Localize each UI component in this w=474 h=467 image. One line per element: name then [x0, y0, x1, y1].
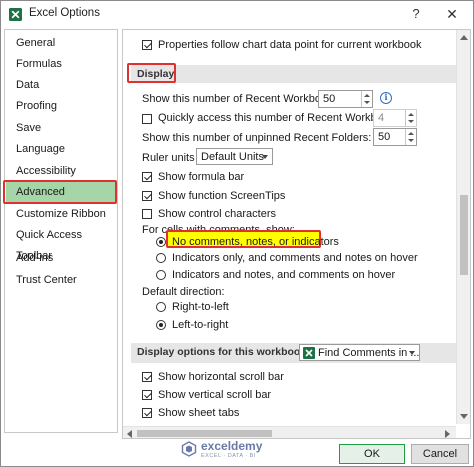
- properties-follow-chart-label: Properties follow chart data point for c…: [158, 39, 422, 51]
- indicators-and-notes-radio[interactable]: [156, 270, 166, 280]
- scroll-down-icon[interactable]: [460, 414, 468, 419]
- workbook-select-dropdown[interactable]: Find Comments in ...: [299, 344, 420, 361]
- sidebar-item-customize-ribbon[interactable]: Customize Ribbon: [6, 204, 116, 225]
- advanced-options-panel: Properties follow chart data point for c…: [122, 29, 471, 439]
- chevron-down-icon: [409, 351, 415, 355]
- title-bar: Excel Options ? ✕: [1, 1, 473, 27]
- show-vertical-scroll-bar-checkbox[interactable]: [142, 390, 152, 400]
- vertical-scroll-thumb[interactable]: [460, 195, 468, 275]
- recent-folders-label: Show this number of unpinned Recent Fold…: [142, 132, 372, 144]
- watermark-name: exceldemy: [201, 439, 263, 453]
- recent-folders-spinner[interactable]: 50: [373, 128, 417, 146]
- right-to-left-radio[interactable]: [156, 302, 166, 312]
- no-comments-radio[interactable]: [156, 237, 166, 247]
- indicators-and-notes-label: Indicators and notes, and comments on ho…: [172, 269, 396, 281]
- recent-workbooks-label: Show this number of Recent Workbooks:: [142, 93, 342, 105]
- left-to-right-label: Left-to-right: [172, 319, 229, 331]
- cancel-button[interactable]: Cancel: [411, 444, 469, 464]
- sidebar-item-trust-center[interactable]: Trust Center: [6, 270, 116, 291]
- excel-options-dialog: Excel Options ? ✕ General Formulas Data …: [0, 0, 474, 467]
- exceldemy-logo-icon: [181, 441, 197, 457]
- sidebar-item-add-ins[interactable]: Add-ins: [6, 248, 116, 269]
- chevron-down-icon: [262, 155, 268, 159]
- scroll-up-icon[interactable]: [460, 35, 468, 40]
- properties-follow-chart-checkbox[interactable]: [142, 40, 152, 50]
- quick-access-value: 4: [378, 112, 385, 124]
- excel-icon: [9, 8, 22, 21]
- show-formula-bar-checkbox[interactable]: [142, 172, 152, 182]
- show-control-characters-label: Show control characters: [158, 208, 276, 220]
- spinner-arrows-icon[interactable]: [405, 129, 416, 145]
- sidebar-item-proofing[interactable]: Proofing: [6, 96, 116, 117]
- horizontal-scrollbar[interactable]: [123, 426, 456, 438]
- options-sidebar: General Formulas Data Proofing Save Lang…: [4, 29, 118, 433]
- spinner-arrows-icon[interactable]: [361, 91, 372, 107]
- ruler-units-dropdown[interactable]: Default Units: [196, 148, 273, 165]
- vertical-scrollbar[interactable]: [456, 30, 470, 424]
- show-sheet-tabs-checkbox[interactable]: [142, 408, 152, 418]
- default-direction-label: Default direction:: [142, 286, 225, 298]
- recent-folders-value: 50: [378, 131, 391, 143]
- sidebar-item-accessibility[interactable]: Accessibility: [6, 161, 116, 182]
- ruler-units-label: Ruler units: [142, 152, 195, 164]
- sidebar-item-general[interactable]: General: [6, 33, 116, 54]
- spinner-arrows-icon[interactable]: [405, 110, 416, 126]
- show-function-screentips-label: Show function ScreenTips: [158, 190, 286, 202]
- info-icon[interactable]: i: [380, 92, 392, 104]
- quick-access-spinner[interactable]: 4: [373, 109, 417, 127]
- scroll-right-icon[interactable]: [445, 430, 450, 438]
- show-formula-bar-label: Show formula bar: [158, 171, 245, 183]
- excel-workbook-icon: [303, 347, 315, 359]
- show-vertical-scroll-bar-label: Show vertical scroll bar: [158, 389, 272, 401]
- window-title: Excel Options: [29, 7, 100, 19]
- sidebar-item-data[interactable]: Data: [6, 75, 116, 96]
- help-button[interactable]: ?: [405, 5, 427, 23]
- show-sheet-tabs-label: Show sheet tabs: [158, 407, 240, 419]
- exceldemy-watermark: exceldemy EXCEL · DATA · BI: [181, 437, 281, 463]
- workbook-display-section-title: Display options for this workbook:: [137, 346, 310, 358]
- workbook-select-value: Find Comments in ...: [318, 347, 420, 359]
- sidebar-item-formulas[interactable]: Formulas: [6, 54, 116, 75]
- indicators-only-label: Indicators only, and comments and notes …: [172, 252, 418, 264]
- display-highlight-box: [127, 63, 176, 83]
- sidebar-item-language[interactable]: Language: [6, 139, 116, 160]
- show-horizontal-scroll-bar-checkbox[interactable]: [142, 372, 152, 382]
- sidebar-item-quick-access-toolbar[interactable]: Quick Access Toolbar: [6, 225, 116, 262]
- horizontal-scroll-thumb[interactable]: [137, 430, 272, 437]
- show-control-characters-checkbox[interactable]: [142, 209, 152, 219]
- show-horizontal-scroll-bar-label: Show horizontal scroll bar: [158, 371, 284, 383]
- close-button[interactable]: ✕: [441, 5, 463, 23]
- ok-button[interactable]: OK: [339, 444, 405, 464]
- quick-access-checkbox[interactable]: [142, 114, 152, 124]
- no-comments-label: No comments, notes, or indicators: [172, 236, 339, 248]
- right-to-left-label: Right-to-left: [172, 301, 229, 313]
- indicators-only-radio[interactable]: [156, 253, 166, 263]
- watermark-tagline: EXCEL · DATA · BI: [201, 453, 256, 459]
- display-section-header: Display: [131, 65, 461, 83]
- scroll-left-icon[interactable]: [127, 430, 132, 438]
- ruler-units-value: Default Units: [201, 151, 264, 163]
- left-to-right-radio[interactable]: [156, 320, 166, 330]
- advanced-highlight-box: [3, 180, 117, 204]
- recent-workbooks-spinner[interactable]: 50: [318, 90, 373, 108]
- sidebar-item-save[interactable]: Save: [6, 118, 116, 139]
- recent-workbooks-value: 50: [323, 93, 336, 105]
- show-function-screentips-checkbox[interactable]: [142, 191, 152, 201]
- quick-access-label: Quickly access this number of Recent Wor…: [158, 112, 403, 124]
